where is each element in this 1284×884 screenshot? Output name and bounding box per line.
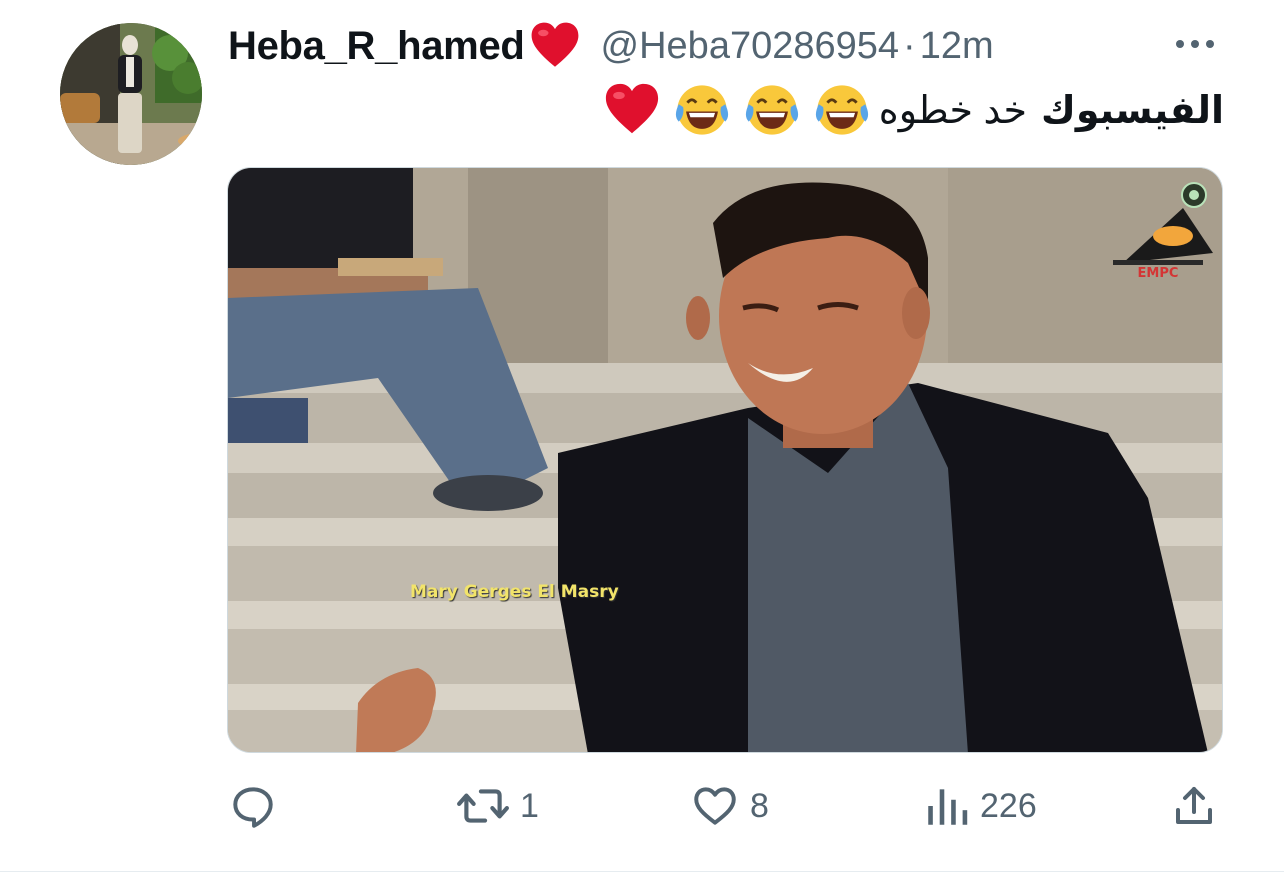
tweet-card[interactable]: Heba_R_hamed @Heba70286954 · 12m الفيسبو… — [0, 0, 1284, 884]
red-heart-icon — [531, 22, 578, 67]
author-display-name[interactable]: Heba_R_hamed — [228, 24, 525, 69]
tweet-text: الفيسبوك خد خطوه — [228, 80, 1224, 140]
share-icon — [1176, 787, 1212, 824]
heart-icon — [694, 787, 736, 825]
tweet-text-regular: خد خطوه — [878, 89, 1027, 132]
face-with-tears-of-joy-icon — [675, 85, 728, 135]
reply-icon — [233, 787, 273, 828]
views-chart-icon — [928, 789, 968, 825]
more-options-icon[interactable] — [1172, 30, 1218, 58]
tweet-text-bold: الفيسبوك — [1041, 89, 1224, 132]
like-count: 8 — [750, 786, 769, 825]
tweet-header: Heba_R_hamed @Heba70286954 · 12m — [228, 18, 1238, 74]
retweet-icon — [457, 789, 509, 823]
separator-dot: · — [903, 24, 916, 67]
red-heart-icon — [605, 83, 658, 134]
tweet-emojis — [591, 81, 871, 139]
tweet-actions: 1 8 226 — [228, 776, 1224, 836]
media-image: EMPC — [228, 168, 1222, 752]
face-with-tears-of-joy-icon — [745, 85, 798, 135]
divider — [0, 871, 1284, 872]
face-with-tears-of-joy-icon — [815, 85, 868, 135]
avatar[interactable] — [60, 23, 202, 165]
reply-button[interactable] — [228, 776, 288, 836]
retweet-count: 1 — [520, 786, 539, 825]
like-button[interactable]: 8 — [690, 776, 769, 836]
author-handle[interactable]: @Heba70286954 — [601, 25, 900, 68]
tweet-media[interactable]: EMPC Mary Gerges El Masry — [227, 167, 1223, 753]
views-button[interactable]: 226 — [924, 776, 1037, 836]
timestamp[interactable]: 12m — [920, 25, 994, 68]
media-overlay-text: Mary Gerges El Masry — [410, 582, 619, 602]
retweet-button[interactable]: 1 — [456, 776, 539, 836]
views-count: 226 — [980, 786, 1037, 825]
share-button[interactable] — [1170, 776, 1218, 836]
avatar-photo — [60, 23, 202, 165]
channel-logo-text: EMPC — [1138, 266, 1179, 281]
